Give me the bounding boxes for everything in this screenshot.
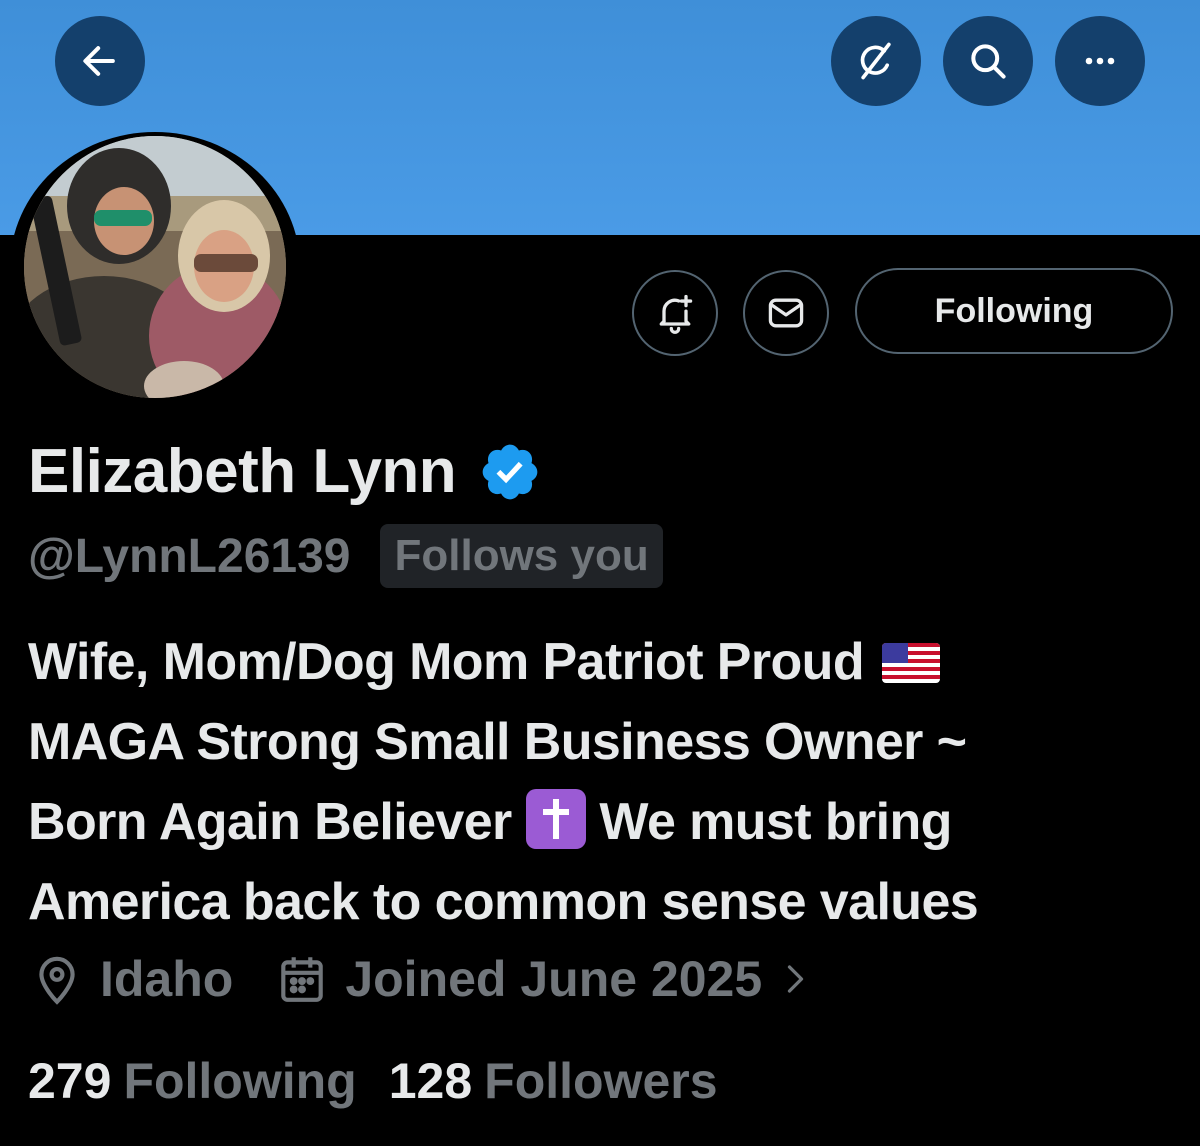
bio-line-2: MAGA Strong Small Business Owner ~ (28, 713, 967, 771)
following-button[interactable]: Following (855, 268, 1173, 354)
grok-icon (860, 42, 891, 80)
username-handle: @LynnL26139 (28, 529, 351, 583)
more-options-button[interactable] (1055, 16, 1145, 106)
bell-plus-icon (659, 294, 693, 334)
bio-line-3b: We must bring (599, 793, 952, 851)
followers-stat[interactable]: 128 Followers (389, 1052, 718, 1110)
location-text: Idaho (100, 951, 234, 1007)
followers-count: 128 (388, 1053, 473, 1109)
avatar-photo (24, 136, 286, 398)
grok-button[interactable] (831, 16, 921, 106)
avatar[interactable] (10, 132, 300, 402)
follow-stats: 279 Following 128 Followers (28, 1052, 718, 1110)
notifications-button[interactable] (632, 270, 718, 356)
calendar-icon (281, 957, 324, 1002)
following-count: 279 (28, 1053, 112, 1109)
following-label: Following (123, 1053, 357, 1109)
bio-line-3a: Born Again Believer (28, 793, 512, 851)
message-button[interactable] (743, 270, 829, 356)
handle-row: @LynnL26139 Follows you (28, 524, 663, 588)
location-pin-icon (39, 956, 75, 1005)
search-button[interactable] (943, 16, 1033, 106)
profile-meta: Idaho Joined June 2025 (32, 950, 812, 1008)
bio-line-1: Wife, Mom/Dog Mom Patriot Proud (28, 633, 865, 691)
us-flag-icon (881, 643, 940, 683)
back-arrow-icon (83, 46, 115, 76)
back-button[interactable] (55, 16, 145, 106)
location: Idaho (32, 950, 233, 1008)
join-date[interactable]: Joined June 2025 (277, 950, 812, 1008)
display-name: Elizabeth Lynn (28, 437, 457, 506)
joined-text: Joined June 2025 (345, 951, 763, 1007)
verified-badge-icon (482, 444, 538, 499)
profile-bio: Wife, Mom/Dog Mom Patriot Proud MAGA Str… (28, 622, 1178, 942)
more-icon (1085, 57, 1115, 65)
search-icon (971, 44, 1006, 79)
chevron-right-icon (788, 965, 804, 993)
latin-cross-icon (525, 789, 586, 849)
following-stat[interactable]: 279 Following (28, 1052, 357, 1110)
followers-label: Followers (484, 1053, 718, 1109)
envelope-icon (768, 298, 804, 328)
follows-you-badge: Follows you (380, 524, 663, 588)
profile-name-row: Elizabeth Lynn (28, 436, 542, 507)
bio-line-4: America back to common sense values (28, 873, 979, 931)
